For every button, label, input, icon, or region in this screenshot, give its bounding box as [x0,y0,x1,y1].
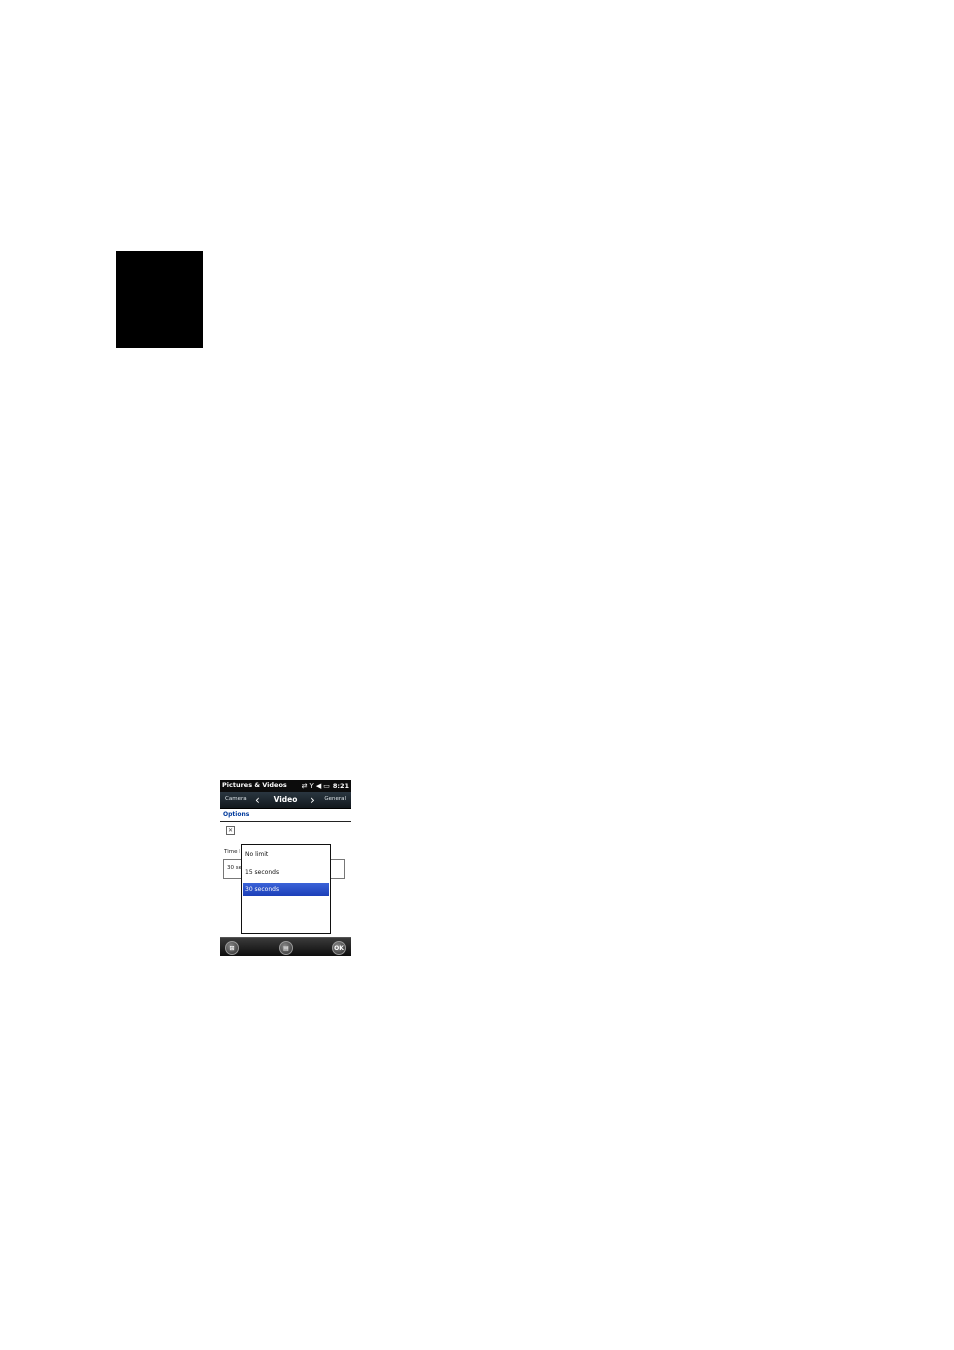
dropdown-option[interactable]: No limit [243,848,329,861]
keyboard-icon[interactable]: ▤ [279,941,293,955]
section-divider [220,821,351,822]
tab-next[interactable]: General [324,796,346,802]
ok-button[interactable]: OK [332,941,346,955]
clock[interactable]: 8:21 [333,782,349,790]
bottom-bar: ⊞ ▤ OK [220,937,351,956]
settings-content: Options ✕ Time limit 30 seconds No limit… [220,809,351,937]
volume-icon[interactable]: ◀ [316,780,321,792]
app-title: Pictures & Videos [222,781,287,789]
dropdown-option[interactable]: 15 seconds [243,866,329,879]
time-limit-value: 30 seconds [227,865,241,871]
status-area: ⇄ Y ◀ ▭ 8:21 [302,780,349,792]
signal-icon[interactable]: Y [310,780,314,792]
sync-icon[interactable]: ⇄ [302,780,308,792]
title-bar: Pictures & Videos ⇄ Y ◀ ▭ 8:21 [220,780,351,792]
tab-navigator: Camera ‹ Video › General [220,792,351,809]
time-limit-dropdown: No limit 15 seconds 30 seconds [241,844,331,934]
start-menu-icon[interactable]: ⊞ [225,941,239,955]
time-limit-label: Time limit [224,849,240,855]
dropdown-option-selected[interactable]: 30 seconds [243,883,329,896]
chapter-tab-marker [116,251,203,348]
section-label: Options [223,811,250,818]
device-screen: Pictures & Videos ⇄ Y ◀ ▭ 8:21 Camera ‹ … [220,780,351,956]
option-checkbox[interactable]: ✕ [226,826,235,835]
battery-icon[interactable]: ▭ [323,780,330,792]
chevron-right-icon[interactable]: › [310,792,315,808]
